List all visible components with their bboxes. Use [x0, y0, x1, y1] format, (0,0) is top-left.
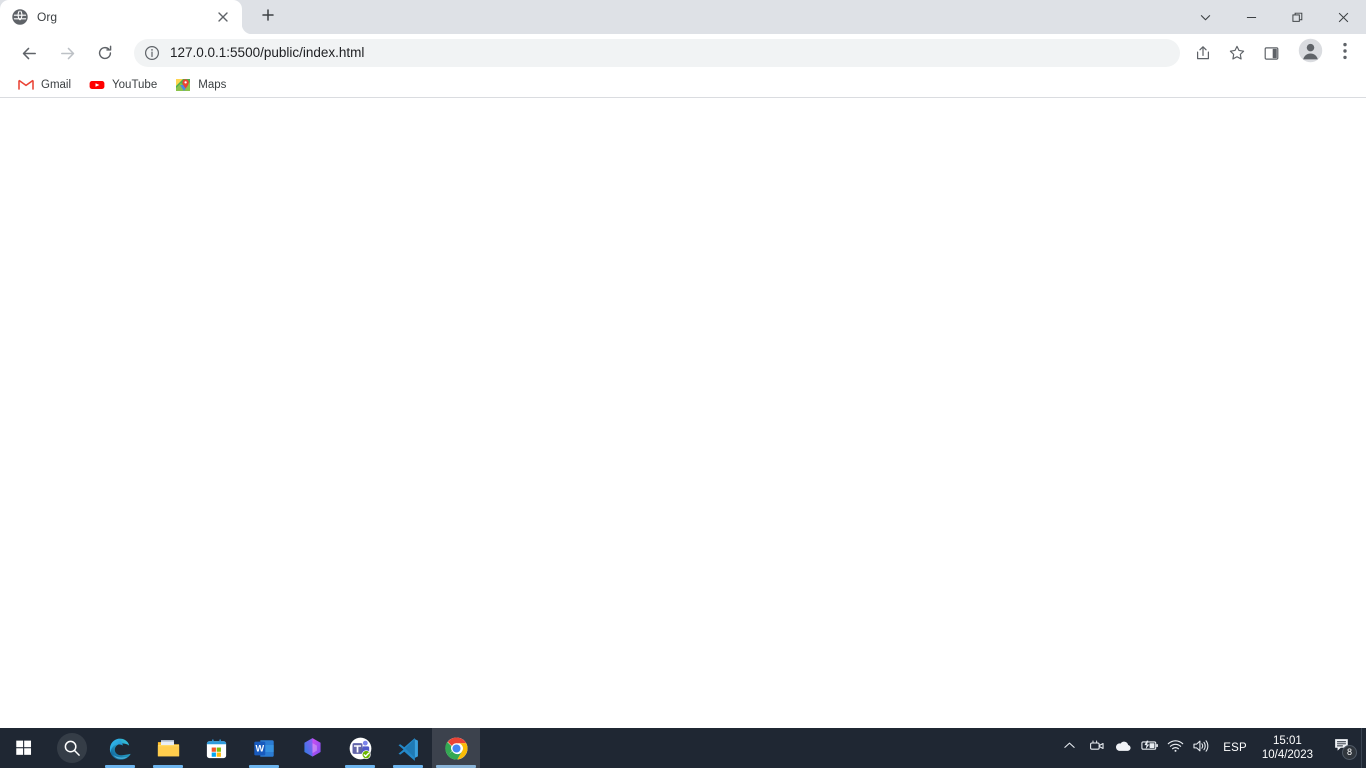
minimize-icon [1246, 12, 1257, 23]
bookmark-label: YouTube [112, 78, 158, 91]
microsoft-365-icon [300, 736, 325, 761]
close-icon[interactable] [214, 8, 232, 26]
info-circle-icon[interactable] [144, 45, 160, 61]
person-icon [1298, 38, 1323, 68]
windows-taskbar: W ESP 15:01 10/4/2023 8 [0, 728, 1366, 768]
minimize-button[interactable] [1228, 0, 1274, 34]
language-indicator[interactable]: ESP [1214, 728, 1256, 768]
restore-icon [1291, 12, 1303, 23]
search-icon [56, 732, 88, 764]
arrow-left-icon [20, 44, 39, 63]
bookmark-label: Maps [198, 78, 227, 91]
folder-icon [156, 736, 181, 761]
page-viewport[interactable] [0, 98, 1366, 728]
teams-icon [348, 736, 373, 761]
notifications-button[interactable]: 8 [1323, 728, 1361, 768]
bookmark-button[interactable] [1223, 39, 1251, 67]
word-icon: W [252, 736, 277, 761]
bookmarks-bar: Gmail YouTube Maps [0, 72, 1366, 98]
profile-button[interactable] [1296, 38, 1324, 68]
volume-tray-icon[interactable] [1188, 728, 1214, 768]
cloud-icon [1114, 739, 1132, 758]
speaker-icon [1192, 738, 1210, 759]
google-maps-icon [175, 77, 191, 93]
bookmark-youtube[interactable]: YouTube [81, 74, 165, 96]
toolbar-actions [1186, 38, 1358, 68]
share-button[interactable] [1189, 39, 1217, 67]
reload-icon [96, 44, 114, 62]
address-bar[interactable]: 127.0.0.1:5500/public/index.html [134, 39, 1180, 67]
show-hidden-icons-button[interactable] [1054, 728, 1084, 768]
browser-toolbar: 127.0.0.1:5500/public/index.html [0, 34, 1366, 72]
camera-icon [1089, 738, 1105, 759]
bookmark-maps[interactable]: Maps [167, 74, 234, 96]
kebab-menu-icon [1343, 42, 1347, 65]
bookmark-label: Gmail [41, 78, 72, 91]
onedrive-tray-icon[interactable] [1110, 728, 1136, 768]
bookmark-gmail[interactable]: Gmail [10, 74, 79, 96]
taskbar-item-search[interactable] [48, 728, 96, 768]
reload-button[interactable] [91, 39, 119, 67]
taskbar-item-vs-code[interactable] [384, 728, 432, 768]
tab-title: Org [37, 10, 58, 24]
clock-date: 10/4/2023 [1261, 749, 1313, 761]
new-tab-button[interactable] [254, 3, 282, 31]
chrome-browser-window: Org 127.0.0.1:5500/public/index.html Gma… [0, 0, 1366, 728]
taskbar-item-edge[interactable] [96, 728, 144, 768]
side-panel-button[interactable] [1257, 39, 1285, 67]
maximize-button[interactable] [1274, 0, 1320, 34]
clock-time: 15:01 [1273, 735, 1302, 747]
screen: Org 127.0.0.1:5500/public/index.html Gma… [0, 0, 1366, 768]
chevron-down-icon [1200, 12, 1211, 23]
chevron-up-icon [1063, 739, 1076, 757]
edge-icon [108, 736, 133, 761]
taskbar-item-microsoft-store[interactable] [192, 728, 240, 768]
network-tray-icon[interactable] [1162, 728, 1188, 768]
battery-tray-icon[interactable] [1136, 728, 1162, 768]
battery-icon [1139, 739, 1159, 757]
tab-strip: Org [0, 0, 1366, 34]
chrome-menu-button[interactable] [1332, 39, 1358, 67]
svg-text:W: W [255, 743, 264, 753]
taskbar-item-start[interactable] [0, 728, 48, 768]
wifi-icon [1167, 739, 1184, 758]
url-text: 127.0.0.1:5500/public/index.html [170, 45, 365, 60]
close-icon [1338, 12, 1349, 23]
taskbar-item-word[interactable]: W [240, 728, 288, 768]
taskbar-item-file-explorer[interactable] [144, 728, 192, 768]
taskbar-clock[interactable]: 15:01 10/4/2023 [1256, 728, 1323, 768]
plus-icon [262, 8, 274, 26]
gmail-icon [18, 77, 34, 93]
arrow-right-icon [58, 44, 77, 63]
taskbar-item-microsoft-365[interactable] [288, 728, 336, 768]
tab-search-button[interactable] [1182, 0, 1228, 34]
taskbar-item-chrome[interactable] [432, 728, 480, 768]
window-controls [1182, 0, 1366, 34]
show-desktop-button[interactable] [1361, 728, 1366, 768]
side-panel-icon [1263, 45, 1280, 62]
share-icon [1194, 44, 1212, 62]
close-window-button[interactable] [1320, 0, 1366, 34]
taskbar-items: W [0, 728, 480, 768]
store-icon [204, 736, 229, 761]
taskbar-item-teams[interactable] [336, 728, 384, 768]
star-icon [1228, 44, 1246, 62]
youtube-icon [89, 77, 105, 93]
browser-tab[interactable]: Org [0, 0, 242, 34]
globe-icon [12, 9, 28, 25]
camera-tray-icon[interactable] [1084, 728, 1110, 768]
back-button[interactable] [15, 39, 43, 67]
notification-count-badge: 8 [1342, 745, 1357, 760]
vscode-icon [396, 736, 421, 761]
system-tray: ESP 15:01 10/4/2023 8 [1054, 728, 1366, 768]
chrome-icon [444, 736, 469, 761]
windows-logo-icon [15, 739, 33, 757]
forward-button[interactable] [53, 39, 81, 67]
